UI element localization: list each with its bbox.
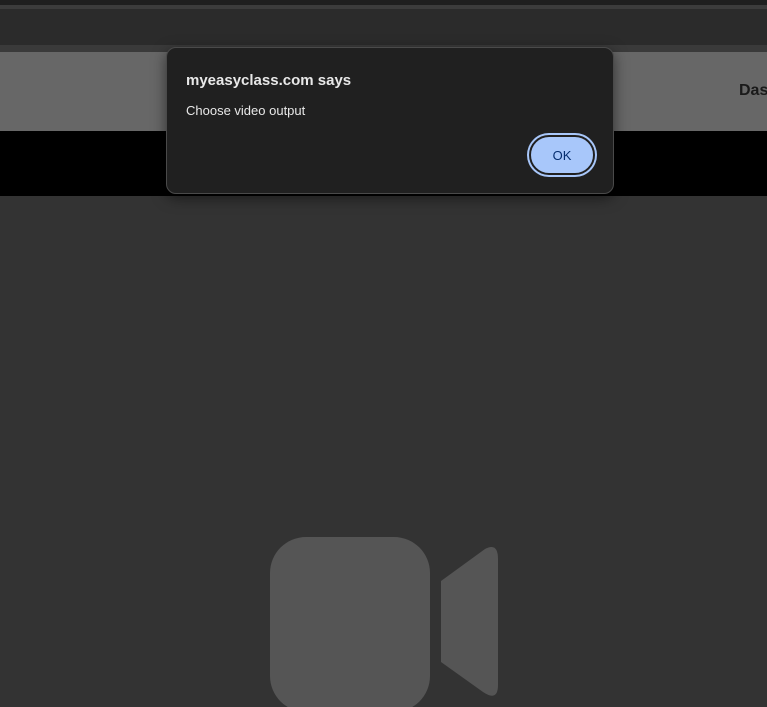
ok-button[interactable]: OK [529, 135, 595, 175]
dialog-message: Choose video output [186, 103, 306, 118]
browser-toolbar [0, 9, 767, 45]
alert-dialog: myeasyclass.com says Choose video output… [166, 47, 614, 194]
video-camera-icon [270, 537, 498, 707]
header-nav-link[interactable]: Das [739, 82, 767, 100]
dialog-title: myeasyclass.com says [186, 72, 352, 89]
